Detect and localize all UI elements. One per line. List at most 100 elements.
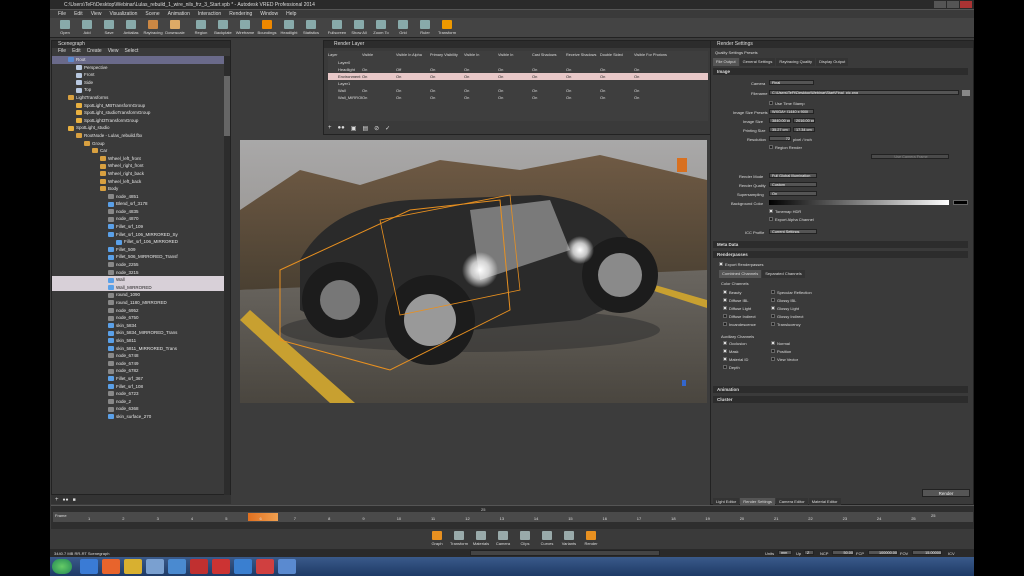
tree-item[interactable]: Fillet_srf_367 — [52, 375, 230, 383]
region-render-checkbox[interactable] — [769, 145, 773, 149]
menu-visualization[interactable]: Visualization — [109, 10, 137, 18]
tree-item[interactable]: skin_5811_MIRRORED_Trans — [52, 345, 230, 353]
explorer-icon[interactable] — [124, 559, 142, 574]
bgcolor-slider[interactable] — [769, 200, 949, 205]
grid-button[interactable]: Grid — [392, 19, 414, 37]
app-icon[interactable] — [256, 559, 274, 574]
group-icon[interactable]: ●● — [63, 497, 69, 503]
tree-item[interactable]: skin_5811 — [52, 337, 230, 345]
sg-menu-view[interactable]: View — [108, 48, 119, 55]
tree-item[interactable]: node_6368 — [52, 405, 230, 413]
tree-item[interactable]: SpotLight3TransformGroup — [52, 117, 230, 125]
tree-item[interactable]: Blend_srf_3178 — [52, 200, 230, 208]
tree-item[interactable]: Side — [52, 79, 230, 87]
add-button[interactable]: Add — [76, 19, 98, 37]
rl-header-cell[interactable]: Cast Shadows — [532, 51, 566, 59]
tree-item[interactable]: round_1090 — [52, 291, 230, 299]
export-passes-checkbox[interactable] — [719, 262, 723, 266]
tool-transform[interactable]: Transform — [448, 530, 470, 548]
units-select[interactable]: mm — [778, 550, 792, 555]
tree-item[interactable]: Wheel_left_back — [52, 178, 230, 186]
resolution-input[interactable]: 72 — [769, 136, 791, 141]
tree-item[interactable]: node_6749 — [52, 360, 230, 368]
channel-checkbox[interactable] — [771, 357, 775, 361]
rl-header-cell[interactable]: Visible — [362, 51, 396, 59]
close-button[interactable] — [960, 1, 972, 8]
rl-row[interactable]: Environment On On On On On On On On On — [328, 73, 708, 80]
antialias-button[interactable]: Antialias — [120, 19, 142, 37]
tree-item[interactable]: node_6748 — [52, 352, 230, 360]
channel-checkbox[interactable] — [723, 306, 727, 310]
headlight-button[interactable]: Headlight — [278, 19, 300, 37]
tab-general-settings[interactable]: General Settings — [739, 58, 776, 66]
firefox-icon[interactable] — [102, 559, 120, 574]
tonemap-checkbox[interactable] — [769, 209, 773, 213]
tool-materials[interactable]: Materials — [470, 530, 492, 548]
channel-checkbox[interactable] — [771, 290, 775, 294]
tree-item[interactable]: Fillet_srf_109 — [52, 223, 230, 231]
alpha-checkbox[interactable] — [769, 217, 773, 221]
channel-checkbox[interactable] — [771, 298, 775, 302]
tree-item[interactable]: Front — [52, 71, 230, 79]
boundings-button[interactable]: Boundings — [256, 19, 278, 37]
tree-item[interactable]: node_3215 — [52, 269, 230, 277]
minimize-button[interactable] — [934, 1, 946, 8]
tool-render[interactable]: Render — [580, 530, 602, 548]
render-viewport[interactable] — [240, 140, 707, 403]
vred-icon[interactable] — [190, 559, 208, 574]
tree-item[interactable]: node_4870 — [52, 215, 230, 223]
tree-item[interactable]: node_4851 — [52, 193, 230, 201]
camera-select[interactable]: Final — [769, 80, 814, 85]
ruler-button[interactable]: Ruler — [414, 19, 436, 37]
tree-item[interactable]: skin_5834 — [52, 322, 230, 330]
tree-item[interactable]: Wall_MIRRORED — [52, 283, 230, 292]
printsize-width[interactable]: 35.27 cm — [769, 127, 791, 132]
tree-item[interactable]: Group — [52, 140, 230, 148]
save-button[interactable]: Save — [98, 19, 120, 37]
chrome-icon[interactable] — [168, 559, 186, 574]
tree-item[interactable]: LightTransforms — [52, 94, 230, 102]
fcp-input[interactable]: 100000.00 — [868, 550, 898, 555]
scenegraph-scrollbar[interactable] — [224, 56, 230, 496]
add-node-icon[interactable]: + — [55, 497, 59, 503]
tree-item[interactable]: node_2255 — [52, 261, 230, 269]
open-button[interactable]: Open — [54, 19, 76, 37]
rl-row[interactable]: Wall On On On On On On On On On — [328, 87, 708, 94]
rl-row[interactable]: Headlight On Off On On On On On On On — [328, 66, 708, 73]
tree-item[interactable]: round_1180_MIRRORED — [52, 299, 230, 307]
fov-input[interactable]: 15.00000 — [912, 550, 942, 555]
imagesize-width[interactable]: 3840.00 px — [769, 118, 791, 123]
rl-header-cell[interactable]: Visible In Refractions — [498, 51, 532, 59]
downscale-button[interactable]: Downscale — [164, 19, 186, 37]
tree-item[interactable]: Perspective — [52, 64, 230, 72]
filter-icon[interactable]: ⊘ — [374, 125, 379, 132]
cluster-section[interactable]: Cluster — [713, 396, 968, 403]
rl-header-cell[interactable]: Primary Visibility — [430, 51, 464, 59]
render-button[interactable]: Render — [922, 489, 970, 497]
ie-icon[interactable] — [80, 559, 98, 574]
rl-row[interactable]: Layer1 — [328, 80, 708, 87]
tree-item[interactable]: Fillet_509 — [52, 246, 230, 254]
tab-raytracing-quality[interactable]: Raytracing Quality — [776, 58, 816, 66]
sg-menu-select[interactable]: Select — [124, 48, 138, 55]
tab-file-output[interactable]: File Output — [713, 58, 739, 66]
tool-camera[interactable]: Camera — [492, 530, 514, 548]
rl-header-cell[interactable]: Double Sided — [600, 51, 634, 59]
channel-checkbox[interactable] — [723, 298, 727, 302]
meta-data-section[interactable]: Meta Data — [713, 241, 968, 248]
menu-interaction[interactable]: Interaction — [198, 10, 221, 18]
tree-item[interactable]: node_4835 — [52, 208, 230, 216]
tool-variants[interactable]: Variants — [558, 530, 580, 548]
tree-item[interactable]: Root — [52, 56, 230, 64]
rl-header-cell[interactable]: Visible In Alpha — [396, 51, 430, 59]
channel-checkbox[interactable] — [771, 306, 775, 310]
channel-checkbox[interactable] — [771, 322, 775, 326]
rl-header-cell[interactable]: Receive Shadows — [566, 51, 600, 59]
tree-item[interactable]: Wheel_left_front — [52, 155, 230, 163]
bgcolor-swatch[interactable] — [953, 200, 968, 205]
tool-clips[interactable]: Clips — [514, 530, 536, 548]
channel-checkbox[interactable] — [771, 349, 775, 353]
filename-input[interactable]: C:\Users\TeFt\Desktop\Webinar\Start\Fina… — [769, 90, 959, 95]
rl-row[interactable]: Wall_MIRRORED - OffOnOnOnOnOnOnOnOnOn — [328, 94, 708, 101]
delete-icon[interactable]: ■ — [73, 497, 76, 503]
